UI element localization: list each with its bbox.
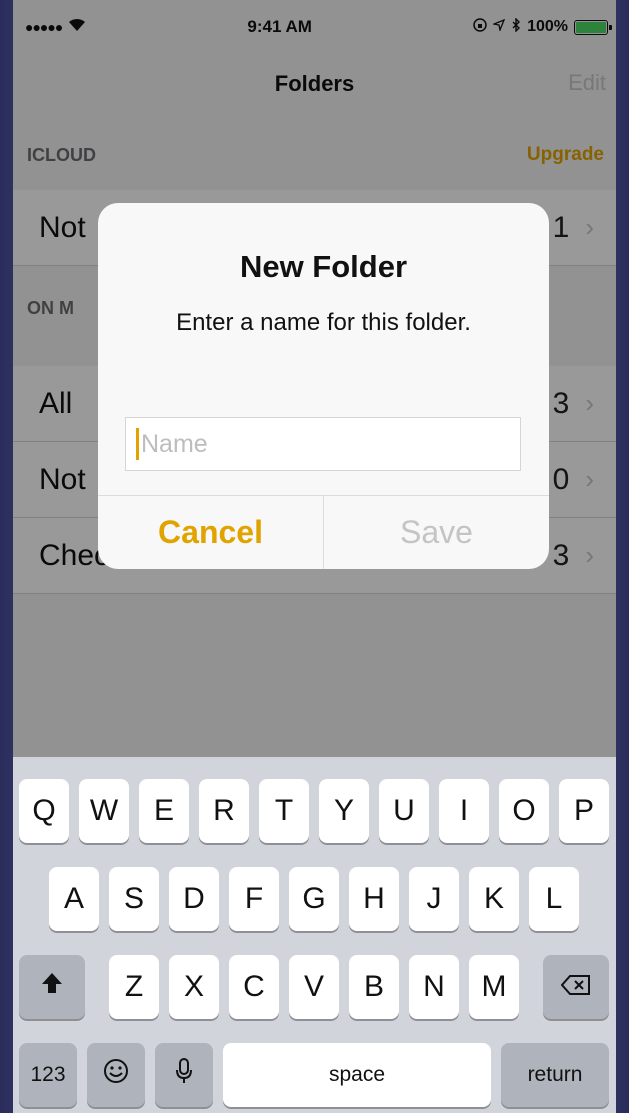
key-s[interactable]: S xyxy=(109,867,159,931)
key-h[interactable]: H xyxy=(349,867,399,931)
phone-screen: ●●●●● 9:41 AM 100% Folders Edit ICLOUD U… xyxy=(13,0,616,1113)
key-x[interactable]: X xyxy=(169,955,219,1019)
emoji-icon xyxy=(103,1058,129,1092)
keyboard: Q W E R T Y U I O P A S D F G H J K L Z … xyxy=(13,757,616,1113)
save-button[interactable]: Save xyxy=(324,496,549,569)
microphone-icon xyxy=(175,1057,193,1093)
input-placeholder: Name xyxy=(141,429,208,458)
key-p[interactable]: P xyxy=(559,779,609,843)
key-r[interactable]: R xyxy=(199,779,249,843)
dialog-title: New Folder xyxy=(239,249,408,284)
new-folder-dialog: New Folder Enter a name for this folder.… xyxy=(98,203,549,569)
key-o[interactable]: O xyxy=(499,779,549,843)
cancel-button[interactable]: Cancel xyxy=(98,496,324,569)
text-caret xyxy=(136,428,139,460)
dialog-buttons: Cancel Save xyxy=(98,495,549,569)
space-key[interactable]: space xyxy=(223,1043,491,1107)
key-t[interactable]: T xyxy=(259,779,309,843)
backspace-key[interactable] xyxy=(543,955,609,1019)
key-u[interactable]: U xyxy=(379,779,429,843)
key-z[interactable]: Z xyxy=(109,955,159,1019)
key-c[interactable]: C xyxy=(229,955,279,1019)
backspace-icon xyxy=(560,970,591,1004)
numbers-key[interactable]: 123 xyxy=(19,1043,77,1107)
key-j[interactable]: J xyxy=(409,867,459,931)
shift-icon xyxy=(39,970,65,1004)
key-g[interactable]: G xyxy=(289,867,339,931)
key-w[interactable]: W xyxy=(79,779,129,843)
key-q[interactable]: Q xyxy=(19,779,69,843)
return-key[interactable]: return xyxy=(501,1043,609,1107)
key-k[interactable]: K xyxy=(469,867,519,931)
emoji-key[interactable] xyxy=(87,1043,145,1107)
key-m[interactable]: M xyxy=(469,955,519,1019)
folder-name-input[interactable]: Name xyxy=(125,417,521,471)
key-a[interactable]: A xyxy=(49,867,99,931)
key-b[interactable]: B xyxy=(349,955,399,1019)
key-l[interactable]: L xyxy=(529,867,579,931)
key-e[interactable]: E xyxy=(139,779,189,843)
key-i[interactable]: I xyxy=(439,779,489,843)
key-d[interactable]: D xyxy=(169,867,219,931)
key-n[interactable]: N xyxy=(409,955,459,1019)
key-f[interactable]: F xyxy=(229,867,279,931)
key-y[interactable]: Y xyxy=(319,779,369,843)
dictation-key[interactable] xyxy=(155,1043,213,1107)
key-v[interactable]: V xyxy=(289,955,339,1019)
shift-key[interactable] xyxy=(19,955,85,1019)
dialog-message: Enter a name for this folder. xyxy=(176,309,471,336)
